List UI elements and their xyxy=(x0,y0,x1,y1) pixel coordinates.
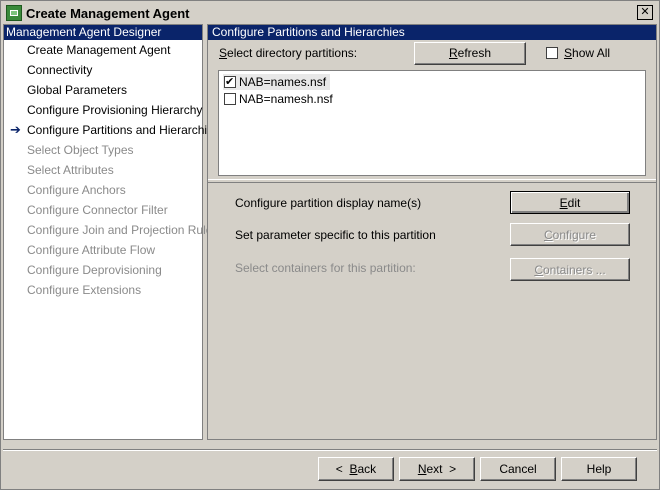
step-configure-connector-filter: Configure Connector Filter xyxy=(4,200,202,220)
next-button[interactable]: Next > xyxy=(399,457,475,481)
display-name-label: Configure partition display name(s) xyxy=(235,196,422,210)
step-label: Select Attributes xyxy=(27,163,114,177)
show-all-checkbox[interactable] xyxy=(546,47,558,59)
partition-item[interactable]: NAB=namesh.nsf xyxy=(223,91,337,107)
directory-partitions-list[interactable]: NAB=names.nsf NAB=namesh.nsf xyxy=(218,70,646,176)
current-step-arrow-icon: ➔ xyxy=(10,122,21,137)
step-label: Configure Attribute Flow xyxy=(27,243,156,257)
step-label: Configure Provisioning Hierarchy xyxy=(27,103,203,117)
refresh-button-mnemonic: R xyxy=(448,46,458,60)
create-management-agent-window: Create Management Agent ✕ Management Age… xyxy=(0,0,660,490)
configure-button[interactable]: Configure xyxy=(510,223,630,246)
containers-button-mnemonic: C xyxy=(534,263,543,277)
step-label: Connectivity xyxy=(27,63,93,77)
step-select-attributes: Select Attributes xyxy=(4,160,202,180)
partitions-pane: Configure Partitions and Hierarchies Sel… xyxy=(207,24,657,440)
refresh-button-label: efresh xyxy=(457,46,492,60)
title-bar[interactable]: Create Management Agent ✕ xyxy=(3,3,657,23)
containers-button-label: ontainers ... xyxy=(542,263,606,277)
step-connectivity[interactable]: Connectivity xyxy=(4,60,202,80)
show-all-label: Show All xyxy=(564,46,610,60)
next-arrow-icon: > xyxy=(449,462,457,476)
designer-nav-header: Management Agent Designer xyxy=(4,25,202,40)
back-button[interactable]: < Back xyxy=(318,457,394,481)
select-partitions-label: Select directory partitions: xyxy=(219,46,357,60)
containers-label: Select containers for this partition: xyxy=(235,261,416,275)
help-button[interactable]: Help xyxy=(561,457,637,481)
app-icon xyxy=(6,5,22,21)
partition-parameter-label: Set parameter specific to this partition xyxy=(235,228,436,242)
select-partitions-label-mnemonic: S xyxy=(219,46,228,60)
edit-button-label: dit xyxy=(567,196,581,210)
close-button[interactable]: ✕ xyxy=(637,5,653,20)
step-configure-attribute-flow: Configure Attribute Flow xyxy=(4,240,202,260)
designer-nav-pane: Management Agent Designer Create Managem… xyxy=(3,24,220,440)
next-button-label: ext xyxy=(426,462,443,476)
step-label: Configure Partitions and Hierarchies xyxy=(27,123,220,137)
step-label: Create Management Agent xyxy=(27,43,171,57)
refresh-button[interactable]: Refresh xyxy=(414,42,526,65)
footer-separator xyxy=(3,449,657,451)
step-configure-extensions: Configure Extensions xyxy=(4,280,202,300)
select-partitions-label-text: elect directory partitions: xyxy=(227,46,358,60)
designer-step-list: Create Management Agent Connectivity Glo… xyxy=(4,40,220,300)
configure-button-mnemonic: C xyxy=(543,228,553,242)
containers-button[interactable]: Containers ... xyxy=(510,258,630,281)
partitions-pane-header: Configure Partitions and Hierarchies xyxy=(208,25,656,40)
step-label: Configure Extensions xyxy=(27,283,142,297)
partition-label: NAB=namesh.nsf xyxy=(239,92,333,106)
step-label: Configure Deprovisioning xyxy=(27,263,162,277)
step-label: Select Object Types xyxy=(27,143,134,157)
edit-button-mnemonic: E xyxy=(559,196,568,210)
configure-button-label: onfigure xyxy=(552,228,597,242)
step-label: Global Parameters xyxy=(27,83,128,97)
pane-splitter[interactable] xyxy=(208,179,656,183)
step-configure-anchors: Configure Anchors xyxy=(4,180,202,200)
window-title: Create Management Agent xyxy=(26,6,190,21)
back-button-label: ack xyxy=(357,462,377,476)
step-label: Configure Anchors xyxy=(27,183,126,197)
step-configure-partitions-and-hierarchies[interactable]: ➔ Configure Partitions and Hierarchies xyxy=(4,120,220,140)
step-global-parameters[interactable]: Global Parameters xyxy=(4,80,202,100)
step-create-management-agent[interactable]: Create Management Agent xyxy=(4,40,202,60)
step-configure-provisioning-hierarchy[interactable]: Configure Provisioning Hierarchy xyxy=(4,100,202,120)
step-select-object-types: Select Object Types xyxy=(4,140,202,160)
partition-item[interactable]: NAB=names.nsf xyxy=(223,74,331,90)
step-configure-deprovisioning: Configure Deprovisioning xyxy=(4,260,202,280)
cancel-button[interactable]: Cancel xyxy=(480,457,556,481)
partition-checkbox[interactable] xyxy=(224,74,236,90)
show-all-label-text: how All xyxy=(572,46,611,60)
partition-checkbox[interactable] xyxy=(224,93,236,105)
show-all-label-mnemonic: S xyxy=(564,46,573,60)
step-configure-join-and-projection-rules: Configure Join and Projection Rules xyxy=(4,220,218,240)
partition-label: NAB=names.nsf xyxy=(239,75,327,89)
back-arrow-icon: < xyxy=(335,462,343,476)
step-label: Configure Connector Filter xyxy=(27,203,168,217)
edit-button[interactable]: Edit xyxy=(510,191,630,214)
step-label: Configure Join and Projection Rules xyxy=(27,223,219,237)
back-button-mnemonic: B xyxy=(349,462,358,476)
